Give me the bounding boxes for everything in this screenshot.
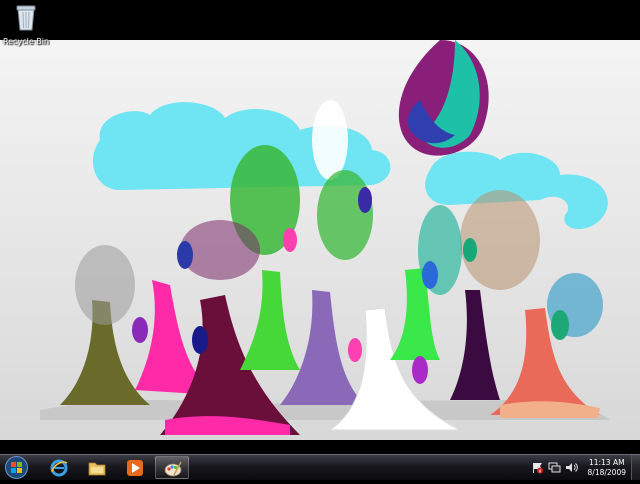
media-player-taskbar-button[interactable]	[118, 456, 152, 479]
recycle-bin-label: Recycle Bin	[2, 37, 50, 46]
clock[interactable]: 11:13 AM 8/18/2009	[588, 458, 626, 478]
recycle-bin-icon	[16, 5, 36, 31]
svg-text:x: x	[538, 469, 541, 475]
windows-explorer-taskbar-button[interactable]	[80, 456, 114, 479]
media-player-icon	[127, 460, 143, 476]
start-button[interactable]	[3, 455, 30, 480]
paint-icon	[164, 461, 182, 477]
clock-time: 11:13 AM	[588, 457, 625, 467]
action-center-flag-icon[interactable]: x	[531, 461, 544, 474]
paint-taskbar-button[interactable]	[155, 456, 189, 479]
system-tray: x 11:13 AM 8/18/2009	[531, 455, 632, 480]
taskbar: x 11:13 AM 8/18/2009	[0, 454, 640, 480]
volume-icon[interactable]	[565, 461, 578, 474]
desktop: Recycle Bin	[0, 0, 640, 454]
wallpaper-image	[0, 40, 640, 440]
windows-start-orb-icon	[5, 456, 28, 479]
recycle-bin-desktop-icon[interactable]: Recycle Bin	[2, 2, 50, 47]
network-icon[interactable]	[548, 461, 561, 474]
clock-date: 8/18/2009	[587, 467, 626, 477]
internet-explorer-icon	[50, 459, 68, 477]
show-desktop-button[interactable]	[631, 455, 640, 480]
internet-explorer-taskbar-button[interactable]	[42, 456, 76, 479]
windows-explorer-folder-icon	[88, 462, 106, 476]
